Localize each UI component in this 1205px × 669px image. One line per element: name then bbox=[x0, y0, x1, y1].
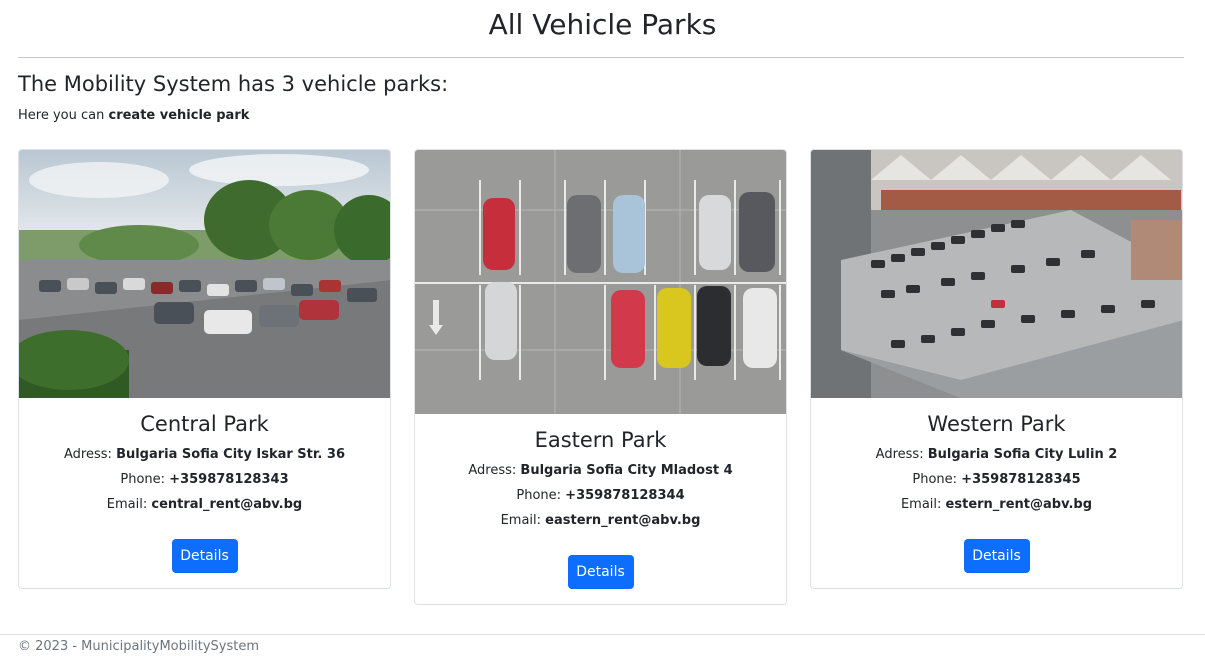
park-phone: Phone: +359878128344 bbox=[516, 488, 685, 503]
park-phone: Phone: +359878128345 bbox=[912, 472, 1081, 487]
park-name: Eastern Park bbox=[534, 428, 667, 452]
park-address: Adress: Bulgaria Sofia City Mladost 4 bbox=[468, 463, 733, 478]
title-divider bbox=[18, 57, 1184, 58]
page-title: All Vehicle Parks bbox=[488, 8, 717, 41]
parking-garage-photo bbox=[811, 150, 1182, 398]
footer-divider bbox=[0, 634, 1205, 635]
park-email: Email: central_rent@abv.bg bbox=[106, 497, 303, 512]
details-button[interactable]: Details bbox=[171, 539, 238, 573]
parking-lot-photo bbox=[19, 150, 390, 398]
park-phone: Phone: +359878128343 bbox=[120, 472, 289, 487]
aerial-parking-photo bbox=[415, 150, 786, 414]
park-card-central: Central Park Adress: Bulgaria Sofia City… bbox=[18, 149, 391, 589]
intro-prefix: Here you can bbox=[18, 108, 105, 123]
park-email: Email: estern_rent@abv.bg bbox=[900, 497, 1093, 512]
park-name: Central Park bbox=[140, 412, 269, 436]
park-name: Western Park bbox=[927, 412, 1066, 436]
intro-text: Here you can create vehicle park bbox=[18, 108, 249, 123]
park-card-western: Western Park Adress: Bulgaria Sofia City… bbox=[810, 149, 1183, 589]
create-park-link[interactable]: create vehicle park bbox=[108, 108, 249, 123]
park-card-eastern: Eastern Park Adress: Bulgaria Sofia City… bbox=[414, 149, 787, 605]
parks-count-heading: The Mobility System has 3 vehicle parks: bbox=[18, 72, 449, 96]
footer-copyright: © 2023 - MunicipalityMobilitySystem bbox=[18, 639, 259, 654]
details-button[interactable]: Details bbox=[963, 539, 1030, 573]
park-address: Adress: Bulgaria Sofia City Iskar Str. 3… bbox=[64, 447, 345, 462]
details-button[interactable]: Details bbox=[567, 555, 634, 589]
park-email: Email: eastern_rent@abv.bg bbox=[500, 513, 701, 528]
park-address: Adress: Bulgaria Sofia City Lulin 2 bbox=[875, 447, 1118, 462]
